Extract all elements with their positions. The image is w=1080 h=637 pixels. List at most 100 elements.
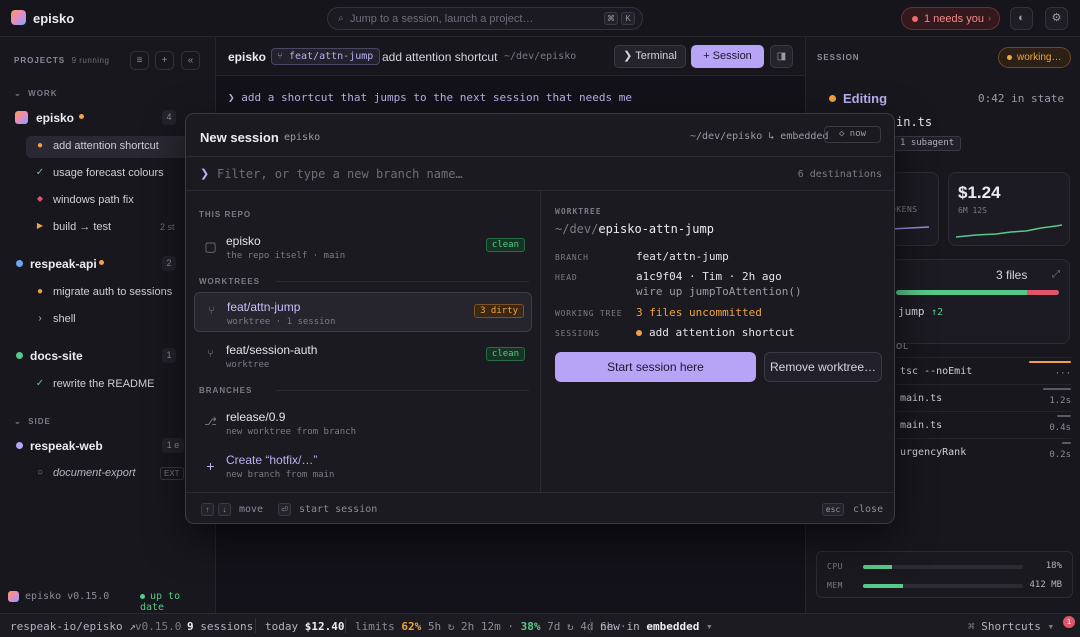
toggle-panel-button[interactable]: ◨ xyxy=(770,45,793,68)
project-dot-icon xyxy=(16,442,23,449)
project-dot-icon xyxy=(16,260,23,267)
needs-attention-button[interactable]: 1 needs you › xyxy=(901,7,1000,30)
detail-working-tree: 3 files uncommitted xyxy=(636,306,762,319)
branch-pill[interactable]: ⑂ feat/attn-jump xyxy=(271,48,381,65)
project-respeak-api[interactable]: respeak-api 2 xyxy=(0,253,216,275)
sidebar-footer: episko v0.15.0 up to date xyxy=(8,588,208,613)
session-label: usage forecast colours xyxy=(53,167,164,179)
project-icon xyxy=(15,111,28,124)
working-dot-icon xyxy=(79,114,84,119)
start-session-button[interactable]: Start session here xyxy=(555,352,756,382)
session-count: 1 xyxy=(162,348,176,363)
working-dot-icon xyxy=(99,260,104,265)
commit-label: jump ↑2 xyxy=(898,305,944,318)
destination-repo[interactable]: ▢ episko the repo itself · main clean xyxy=(194,227,532,267)
dirty-badge: 3 dirty xyxy=(474,304,524,318)
list-view-button[interactable]: ≡ xyxy=(130,51,149,70)
user-prompt: ❯ add a shortcut that jumps to the next … xyxy=(228,91,632,104)
tool-row[interactable]: urgencyRank 0.2s xyxy=(891,438,1071,464)
cpu-bar xyxy=(863,565,1023,569)
changed-files: 3 files xyxy=(996,268,1028,282)
session-label: build → test xyxy=(53,221,112,233)
worktree-detail: WORKTREE ~/dev/episko-attn-jump BRANCH f… xyxy=(542,191,894,492)
check-icon: ✓ xyxy=(35,378,45,389)
session-count: 4 xyxy=(162,110,176,125)
play-icon: ▶ xyxy=(36,221,44,230)
new-session-button[interactable]: + Session xyxy=(691,45,764,68)
group-work[interactable]: ⌄ WORK xyxy=(14,89,57,98)
new-session-dialog: New session episko ~/dev/episko ↳ embedd… xyxy=(185,113,895,524)
terminal-button[interactable]: ❯ Terminal xyxy=(614,45,686,68)
chevron-right-icon: › xyxy=(988,13,991,23)
project-episko[interactable]: episko 4 xyxy=(0,107,216,129)
status-sessions: 9 sessions xyxy=(187,620,254,633)
mem-value: 412 MB xyxy=(1029,580,1062,590)
branch-filter[interactable]: ❯ Filter, or type a new branch name… 6 d… xyxy=(186,156,894,191)
contrast-icon: ◐ xyxy=(1018,12,1025,24)
group-side[interactable]: ⌄ SIDE xyxy=(14,417,51,426)
destination-list: THIS REPO ▢ episko the repo itself · mai… xyxy=(186,191,541,492)
session-count: 1 e xyxy=(162,438,184,453)
gear-icon: ⚙ xyxy=(1051,12,1062,24)
tool-duration-bar xyxy=(1043,388,1071,390)
worktree-path: ~/dev/episko-attn-jump xyxy=(555,222,714,236)
schedule-now-button[interactable]: ◇ now xyxy=(824,126,881,143)
update-status[interactable]: up to date xyxy=(140,591,208,613)
state-dot-icon xyxy=(829,95,836,102)
session-label: shell xyxy=(53,313,76,325)
destination-worktree-attn-jump[interactable]: ⑂ feat/attn-jump worktree · 1 session 3 … xyxy=(194,292,532,332)
tool-row[interactable]: tsc --noEmit ··· xyxy=(891,357,1071,383)
destination-count: 6 destinations xyxy=(797,169,882,180)
list-icon: ≡ xyxy=(136,55,143,66)
panel-icon: ◨ xyxy=(776,51,787,62)
repo-square-icon: ▢ xyxy=(204,239,217,254)
tool-row[interactable]: main.ts 0.4s xyxy=(891,411,1071,437)
add-project-button[interactable]: + xyxy=(155,51,174,70)
shortcuts-button[interactable]: ⌘ Shortcuts ▾ xyxy=(968,620,1054,633)
project-name: respeak-web xyxy=(30,439,103,453)
working-dot-icon xyxy=(1007,55,1012,60)
diff-card xyxy=(891,259,1070,344)
dialog-project: episko xyxy=(284,132,321,143)
subagent-badge[interactable]: 1 subagent xyxy=(891,136,961,151)
version-label: episko v0.15.0 xyxy=(25,591,110,602)
settings-button[interactable]: ⚙ xyxy=(1045,7,1068,30)
repo-link[interactable]: respeak-io/episko ↗ xyxy=(10,620,136,633)
cost-duration: 6M 12S xyxy=(958,206,987,215)
collapse-sidebar-button[interactable]: « xyxy=(181,51,200,70)
prompt-icon: › xyxy=(38,313,42,324)
expand-icon[interactable]: ⤢ xyxy=(1052,269,1060,280)
idle-circle-icon: ○ xyxy=(36,467,44,478)
theme-toggle-button[interactable]: ◐ xyxy=(1010,7,1033,30)
working-dot-icon: ● xyxy=(36,286,44,297)
filter-input[interactable]: Filter, or type a new branch name… xyxy=(217,167,463,181)
destination-worktree-session-auth[interactable]: ⑂ feat/session-auth worktree clean xyxy=(194,336,532,376)
project-docs-site[interactable]: docs-site 1 xyxy=(0,345,216,367)
session-count: 2 xyxy=(162,256,176,271)
status-limits: limits 62% 5h ↻ 2h 12m · 38% 7d ↻ 4d 6h … xyxy=(355,620,627,633)
remove-worktree-button[interactable]: Remove worktree… xyxy=(764,352,882,382)
tool-progress xyxy=(1029,361,1071,363)
notification-badge[interactable]: 1 xyxy=(1063,616,1075,628)
worktree-icon: ⑂ xyxy=(207,348,214,360)
current-file: in.ts xyxy=(896,115,933,129)
tool-duration-bar xyxy=(1057,415,1071,417)
create-branch-option[interactable]: + Create “hotfix/…” new branch from main xyxy=(194,446,532,486)
additions-bar xyxy=(896,290,1027,295)
command-search[interactable]: ⌕ Jump to a session, launch a project… ⌘… xyxy=(327,7,643,30)
status-new-in: new in embedded ▾ xyxy=(600,620,713,633)
project-respeak-web[interactable]: respeak-web 1 e xyxy=(0,435,216,457)
project-name: episko xyxy=(36,111,75,125)
tool-row[interactable]: main.ts 1.2s xyxy=(891,384,1071,410)
cpu-label: CPU xyxy=(827,562,843,571)
close-hint[interactable]: close xyxy=(853,504,883,515)
arrow-down-key-icon: ↓ xyxy=(218,503,231,516)
dialog-title: New session xyxy=(200,130,279,145)
branch-icon: ⎇ xyxy=(204,416,217,428)
dialog-path: ~/dev/episko ↳ embedded xyxy=(690,131,829,142)
app-logo-small xyxy=(8,591,19,602)
destination-branch-release[interactable]: ⎇ release/0.9 new worktree from branch xyxy=(194,403,532,443)
detail-branch: feat/attn-jump xyxy=(636,250,729,263)
tools-header: OL xyxy=(896,342,910,351)
status-version: v0.15.0 xyxy=(135,620,182,633)
